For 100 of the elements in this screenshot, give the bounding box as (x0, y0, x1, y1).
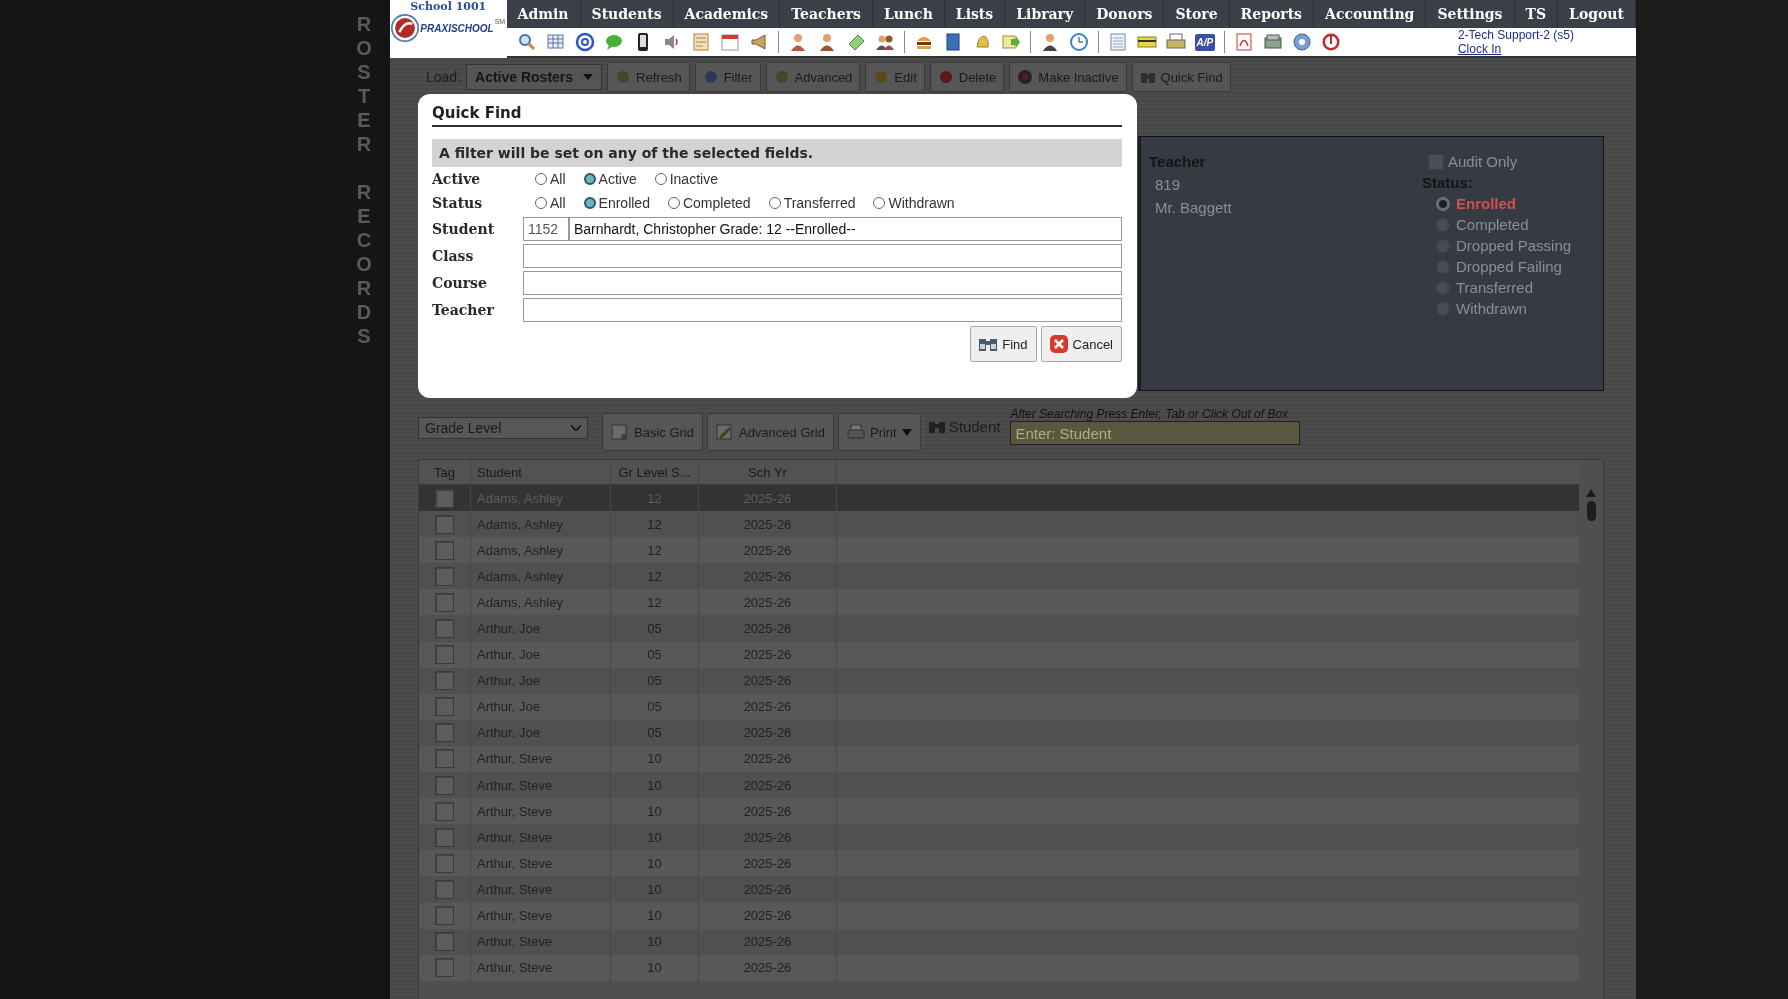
arrow-icon[interactable] (1000, 32, 1021, 52)
status-option: Transferred (1456, 279, 1533, 296)
chat-bubble-icon[interactable] (603, 32, 624, 52)
tag-checkbox[interactable] (435, 540, 454, 560)
radio-button[interactable] (583, 197, 596, 209)
radio-button[interactable] (1436, 196, 1450, 211)
dot-icon (937, 69, 954, 85)
text-field[interactable] (523, 243, 1122, 268)
clock-icon[interactable] (1068, 32, 1089, 52)
radio-label: Active (598, 171, 637, 187)
tag-checkbox[interactable] (435, 749, 454, 769)
tag-checkbox[interactable] (435, 488, 454, 508)
menu-item[interactable]: Lists (944, 0, 1006, 28)
radio-label: All (550, 171, 566, 187)
toolbar-button[interactable]: Refresh (607, 62, 690, 92)
radio-button[interactable] (873, 197, 886, 209)
id-field[interactable]: 1152 (523, 216, 569, 241)
student-search-field[interactable]: Enter: Student (1010, 421, 1301, 445)
pencil-icon (715, 424, 734, 440)
menu-item[interactable]: Lunch (872, 0, 945, 28)
tag-checkbox[interactable] (435, 958, 454, 978)
menu-item[interactable]: Teachers (780, 0, 873, 28)
grouping-select[interactable]: Grade Level (418, 417, 588, 439)
ap-toolbar-button[interactable]: A/P (1194, 33, 1216, 51)
magnifier-icon[interactable] (516, 32, 537, 52)
column-header[interactable]: Gr Level S... (611, 460, 699, 484)
field-label: Class (432, 247, 475, 264)
roster-select[interactable]: Active Rosters (466, 64, 603, 90)
checkbox-label: Audit Only (1448, 153, 1518, 170)
clock-in-link[interactable]: Clock In (1457, 42, 1574, 56)
megaphone-icon[interactable] (748, 32, 769, 52)
grid-button[interactable]: Advanced Grid (706, 413, 834, 451)
field-label: Active (432, 171, 482, 187)
scrollbar-thumb[interactable] (1586, 501, 1596, 521)
text-field[interactable]: Barnhardt, Christopher Grade: 12 --Enrolled-- (569, 216, 1122, 241)
menu-item[interactable]: Academics (673, 0, 781, 28)
tag-checkbox[interactable] (435, 801, 454, 821)
radio-button[interactable] (667, 197, 680, 209)
tag-checkbox[interactable] (435, 932, 454, 952)
menu-item[interactable]: Library (1005, 0, 1086, 28)
grid-button[interactable]: Basic Grid (602, 413, 703, 451)
tag-checkbox[interactable] (435, 827, 454, 847)
toolbar-button[interactable]: Make Inactive (1009, 62, 1127, 92)
text-field[interactable] (523, 270, 1122, 295)
side-title: ROSTER (355, 12, 373, 156)
toolbar-button[interactable]: Advanced (765, 62, 861, 92)
tag-checkbox[interactable] (435, 853, 454, 873)
tag-checkbox[interactable] (435, 514, 454, 534)
radio-button[interactable] (535, 173, 547, 185)
toolbar-button[interactable]: Quick Find (1131, 62, 1231, 92)
radio-button[interactable] (535, 197, 547, 209)
radio-button[interactable] (654, 173, 667, 185)
toolbar-button[interactable]: Edit (865, 62, 925, 92)
binoculars-icon (928, 419, 945, 433)
column-header[interactable]: Student (471, 460, 611, 484)
radio-label: Withdrawn (888, 195, 955, 211)
menu-item[interactable]: Settings (1426, 0, 1515, 28)
tag-checkbox[interactable] (435, 671, 454, 691)
caret-icon (901, 428, 912, 436)
radio-button[interactable] (583, 173, 596, 185)
document-icon[interactable] (1107, 32, 1128, 52)
menu-item[interactable]: Accounting (1314, 0, 1427, 28)
radio-button[interactable] (768, 197, 781, 209)
toolbar-button[interactable]: Filter (694, 62, 761, 92)
menu-item[interactable]: Store (1164, 0, 1230, 28)
menu-item[interactable]: Students (580, 0, 674, 28)
column-header[interactable]: Tag (419, 460, 471, 484)
find-button[interactable]: Find (970, 326, 1037, 362)
tag-checkbox[interactable] (435, 566, 454, 586)
status-option: Dropped Failing (1456, 258, 1562, 275)
tag-checkbox[interactable] (435, 592, 454, 612)
printer-icon (846, 424, 865, 440)
tag-checkbox[interactable] (435, 879, 454, 899)
tag-checkbox[interactable] (435, 619, 454, 638)
grid-icon (611, 424, 629, 440)
menu-item[interactable]: Admin (506, 0, 581, 28)
caret-icon (583, 74, 594, 80)
cancel-button[interactable]: Cancel (1040, 326, 1122, 362)
printer-icon[interactable] (1165, 32, 1186, 52)
scroll-up-icon[interactable] (1586, 489, 1596, 497)
menu-item[interactable]: Donors (1085, 0, 1165, 28)
status-option: Completed (1456, 216, 1529, 233)
tag-checkbox[interactable] (435, 723, 454, 743)
tag-checkbox[interactable] (435, 775, 454, 795)
tag-checkbox[interactable] (435, 906, 454, 926)
tag-checkbox[interactable] (435, 697, 454, 717)
tag-checkbox[interactable] (435, 645, 454, 665)
grid-button[interactable]: Print (837, 413, 921, 451)
form-icon[interactable] (690, 32, 711, 52)
dot-icon (873, 69, 890, 85)
radio-label: Enrolled (598, 195, 650, 211)
power-icon[interactable] (1321, 32, 1342, 52)
grid-icon[interactable] (545, 32, 566, 52)
toolbar-button[interactable]: Delete (929, 62, 1005, 92)
menu-item[interactable]: Reports (1229, 0, 1314, 28)
caret-icon (571, 425, 581, 431)
menu-item[interactable]: TS (1514, 0, 1559, 28)
dot-icon (702, 69, 719, 85)
text-field[interactable] (523, 297, 1122, 322)
calendar-icon[interactable] (719, 32, 740, 52)
